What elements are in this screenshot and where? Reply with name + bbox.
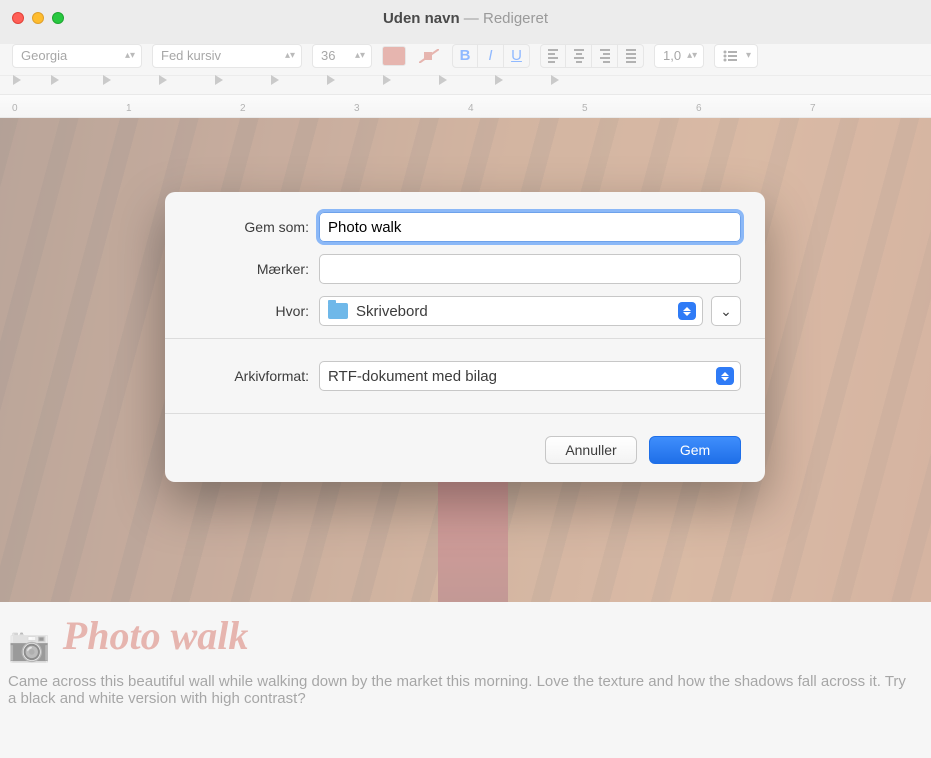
save-as-label: Gem som: — [189, 219, 319, 235]
cancel-button[interactable]: Annuller — [545, 436, 637, 464]
tags-row: Mærker: — [189, 254, 741, 284]
format-value: RTF-dokument med bilag — [328, 368, 497, 385]
where-value: Skrivebord — [356, 303, 428, 320]
updown-chevron-icon — [678, 302, 696, 320]
where-row: Hvor: Skrivebord ⌄ — [189, 296, 741, 326]
where-label: Hvor: — [189, 303, 319, 319]
updown-chevron-icon — [716, 367, 734, 385]
divider — [165, 413, 765, 414]
format-row: Arkivformat: RTF-dokument med bilag — [165, 347, 765, 405]
where-popup[interactable]: Skrivebord — [319, 296, 703, 326]
save-as-input[interactable] — [319, 212, 741, 242]
format-label: Arkivformat: — [189, 368, 319, 384]
expand-panel-button[interactable]: ⌄ — [711, 296, 741, 326]
save-dialog: Gem som: Mærker: Hvor: Skrivebord — [165, 192, 765, 482]
window-title-text: Uden navn — [383, 10, 460, 27]
file-format-popup[interactable]: RTF-dokument med bilag — [319, 361, 741, 391]
textedit-window: Uden navn — Redigeret Georgia ▴▾ Fed kur… — [0, 0, 931, 758]
save-button[interactable]: Gem — [649, 436, 741, 464]
minimize-window-button[interactable] — [32, 12, 44, 24]
dialog-buttons: Annuller Gem — [165, 422, 765, 482]
chevron-down-icon: ⌄ — [720, 303, 732, 320]
window-title: Uden navn — Redigeret — [0, 10, 931, 27]
folder-icon — [328, 303, 348, 319]
tags-label: Mærker: — [189, 261, 319, 277]
window-edited-text: Redigeret — [483, 10, 548, 27]
maximize-window-button[interactable] — [52, 12, 64, 24]
tags-input[interactable] — [319, 254, 741, 284]
close-window-button[interactable] — [12, 12, 24, 24]
titlebar: Uden navn — Redigeret — [0, 0, 931, 36]
save-as-row: Gem som: — [189, 212, 741, 242]
divider — [165, 338, 765, 339]
traffic-lights — [12, 12, 64, 24]
